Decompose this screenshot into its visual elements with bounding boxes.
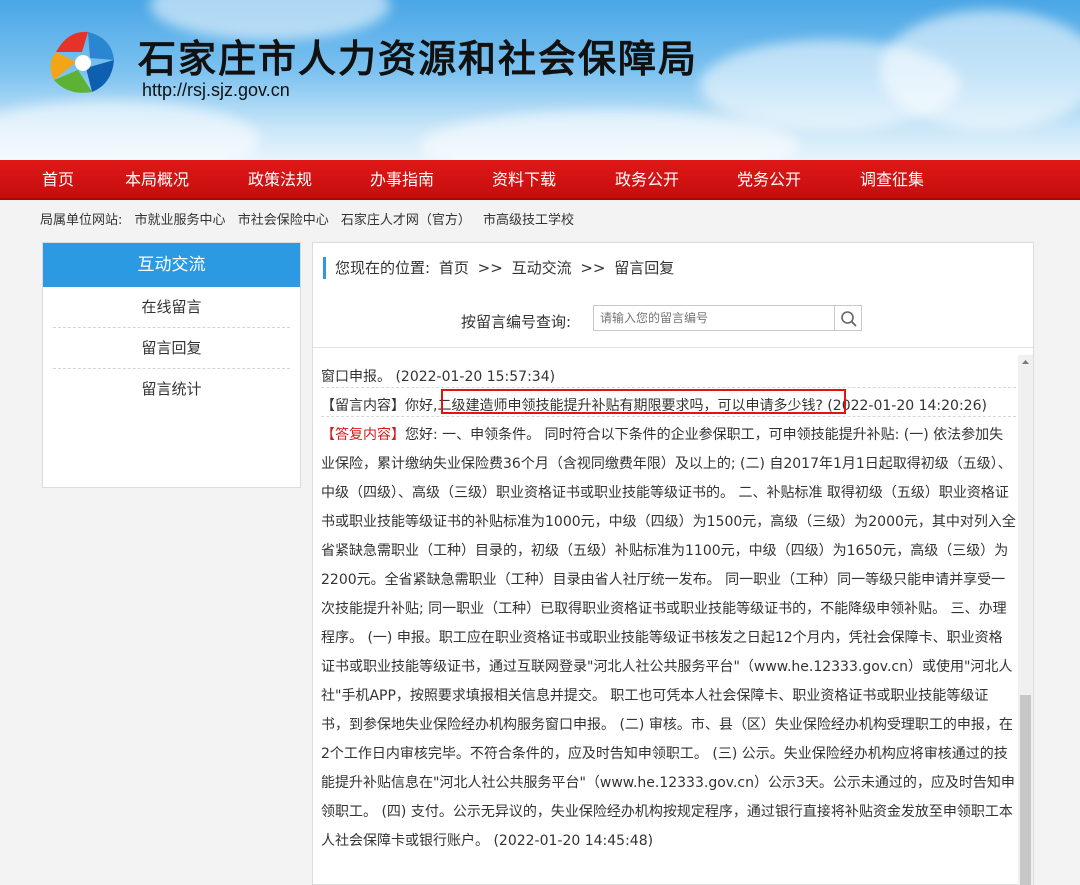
bureau-logo-icon [50,31,114,93]
search-button[interactable] [834,305,862,331]
sidebar-title: 互动交流 [43,243,300,287]
breadcrumb-level1[interactable]: 互动交流 [512,259,572,277]
message-tag: 【留言内容】 [321,398,405,414]
reply-item: 【答复内容】您好: 一、申领条件。 同时符合以下条件的企业参保职工，可申领技能提… [321,421,1016,856]
main-content: 您现在的位置: 首页 >> 互动交流 >> 留言回复 按留言编号查询: 窗口申报… [312,242,1034,885]
nav-item-overview[interactable]: 本局概况 [125,160,189,200]
site-header: 石家庄市人力资源和社会保障局 http://rsj.sjz.gov.cn [0,0,1080,160]
breadcrumb-level2[interactable]: 留言回复 [614,259,674,277]
affiliate-link[interactable]: 市就业服务中心 [135,213,226,228]
sidebar-item-online-message[interactable]: 在线留言 [53,287,290,328]
row-divider [321,416,1016,417]
site-url: http://rsj.sjz.gov.cn [142,80,290,100]
scroll-up-arrow-icon[interactable] [1018,355,1033,370]
row-divider [321,387,1016,388]
message-list: 窗口申报。 (2022-01-20 15:57:34) 【留言内容】你好,二级建… [321,363,1016,856]
affiliate-link[interactable]: 市社会保险中心 [238,213,329,228]
divider [313,347,1033,348]
question-highlight-box [441,389,846,414]
query-label: 按留言编号查询: [461,313,572,331]
affiliate-label: 局属单位网站: [40,213,123,228]
nav-item-downloads[interactable]: 资料下载 [492,160,556,200]
breadcrumb-sep: >> [580,259,606,277]
affiliate-link[interactable]: 市高级技工学校 [483,213,574,228]
nav-item-gov-affairs[interactable]: 政务公开 [615,160,679,200]
message-id-search-input[interactable] [593,305,835,331]
message-greeting: 你好, [405,398,438,414]
sidebar: 互动交流 在线留言 留言回复 留言统计 [42,242,301,488]
breadcrumb-home[interactable]: 首页 [439,259,469,277]
affiliate-link[interactable]: 石家庄人才网（官方） [341,213,471,228]
reply-tag: 【答复内容】 [321,427,405,443]
search-icon [841,311,857,327]
nav-item-guide[interactable]: 办事指南 [370,160,434,200]
nav-item-party-affairs[interactable]: 党务公开 [737,160,801,200]
site-title: 石家庄市人力资源和社会保障局 [138,36,699,81]
breadcrumb: 您现在的位置: 首页 >> 互动交流 >> 留言回复 [323,257,678,279]
breadcrumb-sep: >> [477,259,503,277]
message-time: (2022-01-20 14:20:26) [827,398,987,414]
nav-item-home[interactable]: 首页 [42,160,74,200]
sidebar-item-message-reply[interactable]: 留言回复 [53,328,290,369]
message-scrollbar[interactable] [1018,355,1033,885]
sidebar-item-message-stats[interactable]: 留言统计 [53,369,290,410]
main-nav: 首页 本局概况 政策法规 办事指南 资料下载 政务公开 党务公开 调查征集 [0,160,1080,200]
scrollbar-thumb[interactable] [1020,695,1031,885]
reply-body: 您好: 一、申领条件。 同时符合以下条件的企业参保职工，可申领技能提升补贴: (… [321,427,1016,849]
breadcrumb-prefix: 您现在的位置: [335,259,431,277]
nav-item-policy[interactable]: 政策法规 [248,160,312,200]
affiliate-links: 局属单位网站: 市就业服务中心 市社会保险中心 石家庄人才网（官方） 市高级技工… [40,210,582,232]
nav-item-survey[interactable]: 调查征集 [860,160,924,200]
